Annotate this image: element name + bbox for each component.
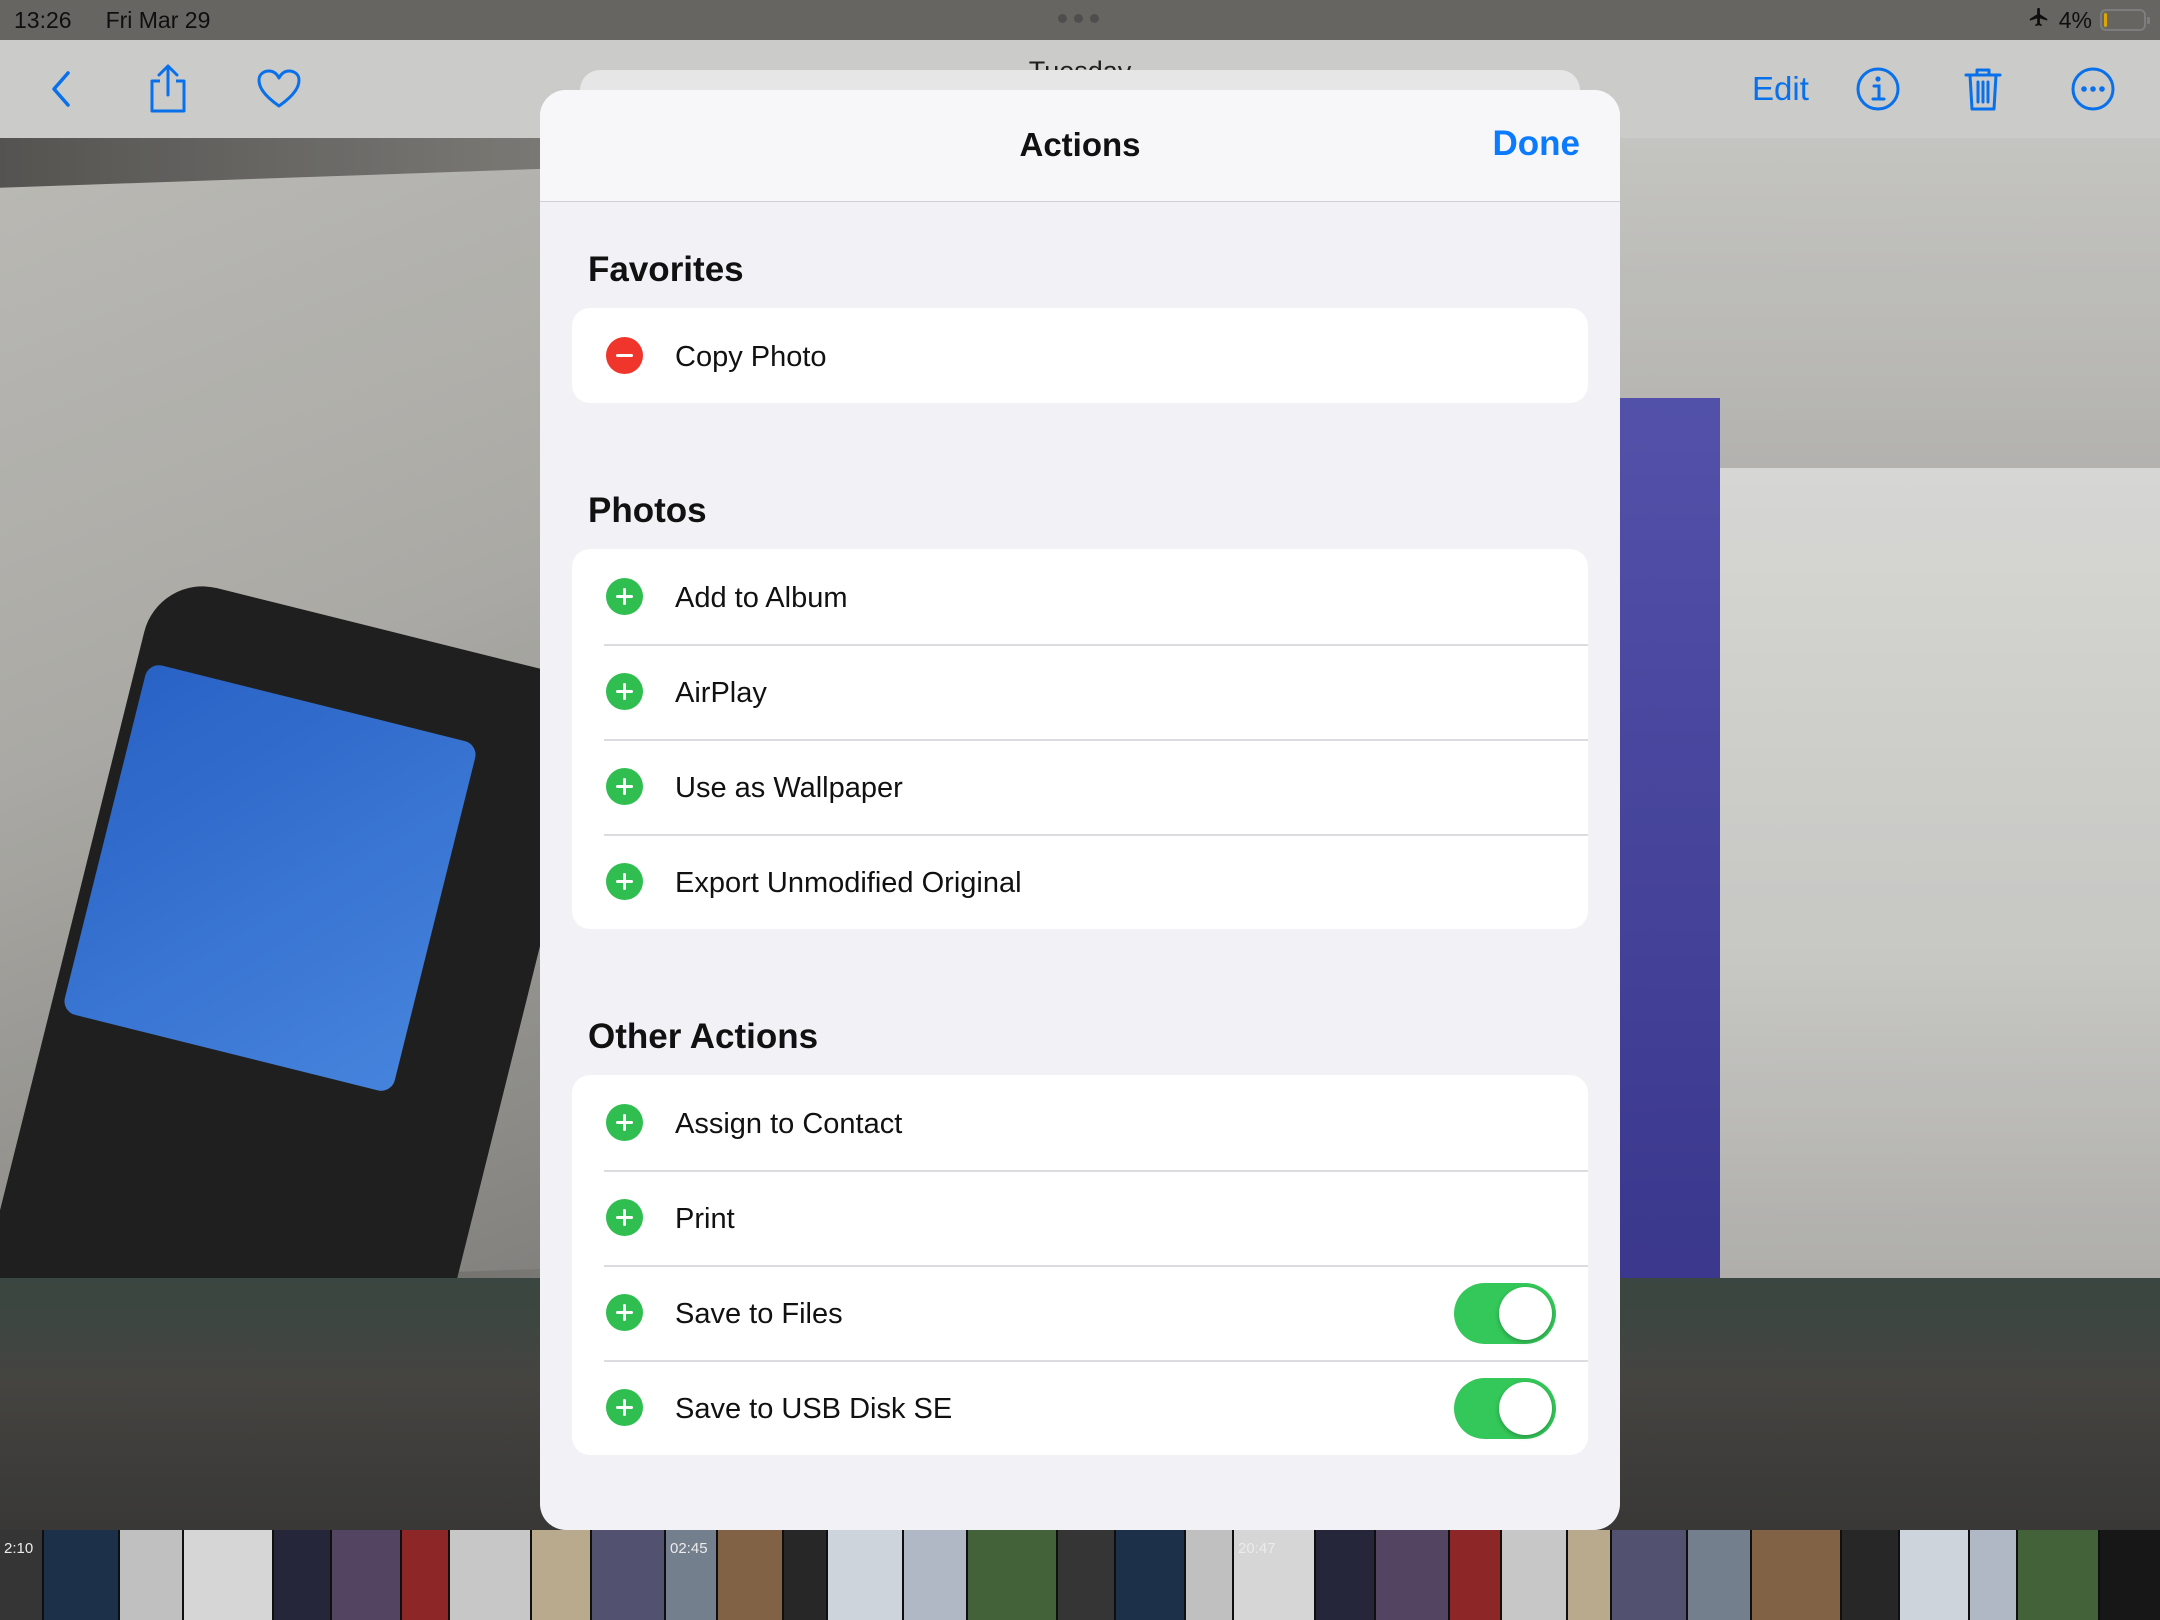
- action-label: Add to Album: [675, 582, 848, 614]
- modal-header: Actions Done: [540, 90, 1620, 202]
- section-title-other-actions: Other Actions: [588, 1017, 819, 1056]
- save-to-usb-disk-se-toggle[interactable]: [1454, 1378, 1556, 1439]
- action-label: Use as Wallpaper: [675, 772, 903, 804]
- photos-group: Add to Album AirPlay Use as Wallpaper Ex…: [572, 549, 1588, 929]
- done-button[interactable]: Done: [1493, 124, 1581, 164]
- section-title-photos: Photos: [588, 491, 707, 530]
- action-row-airplay[interactable]: AirPlay: [572, 644, 1588, 739]
- favorites-group: Copy Photo: [572, 308, 1588, 403]
- add-icon[interactable]: [606, 1294, 643, 1331]
- add-icon[interactable]: [606, 1104, 643, 1141]
- add-icon[interactable]: [606, 768, 643, 805]
- action-label: Assign to Contact: [675, 1108, 903, 1140]
- action-row-add-to-album[interactable]: Add to Album: [572, 549, 1588, 644]
- action-label: Save to USB Disk SE: [675, 1393, 953, 1425]
- add-icon[interactable]: [606, 578, 643, 615]
- modal-title: Actions: [1019, 126, 1141, 163]
- action-label: Export Unmodified Original: [675, 867, 1022, 899]
- action-label: Save to Files: [675, 1298, 843, 1330]
- action-row-save-to-usb-disk-se[interactable]: Save to USB Disk SE: [572, 1360, 1588, 1455]
- add-icon[interactable]: [606, 1199, 643, 1236]
- action-row-assign-to-contact[interactable]: Assign to Contact: [572, 1075, 1588, 1170]
- remove-icon[interactable]: [606, 337, 643, 374]
- add-icon[interactable]: [606, 1389, 643, 1426]
- other-actions-group: Assign to Contact Print Save to Files Sa…: [572, 1075, 1588, 1455]
- action-row-save-to-files[interactable]: Save to Files: [572, 1265, 1588, 1360]
- action-label: Print: [675, 1203, 735, 1235]
- add-icon[interactable]: [606, 863, 643, 900]
- add-icon[interactable]: [606, 673, 643, 710]
- actions-modal: Actions Done Favorites Copy Photo Photos…: [540, 90, 1620, 1530]
- action-label: Copy Photo: [675, 341, 827, 373]
- action-row-export-unmodified-original[interactable]: Export Unmodified Original: [572, 834, 1588, 929]
- action-row-copy-photo[interactable]: Copy Photo: [572, 308, 1588, 403]
- save-to-files-toggle[interactable]: [1454, 1283, 1556, 1344]
- section-title-favorites: Favorites: [588, 250, 744, 289]
- action-label: AirPlay: [675, 677, 767, 709]
- action-row-use-as-wallpaper[interactable]: Use as Wallpaper: [572, 739, 1588, 834]
- action-row-print[interactable]: Print: [572, 1170, 1588, 1265]
